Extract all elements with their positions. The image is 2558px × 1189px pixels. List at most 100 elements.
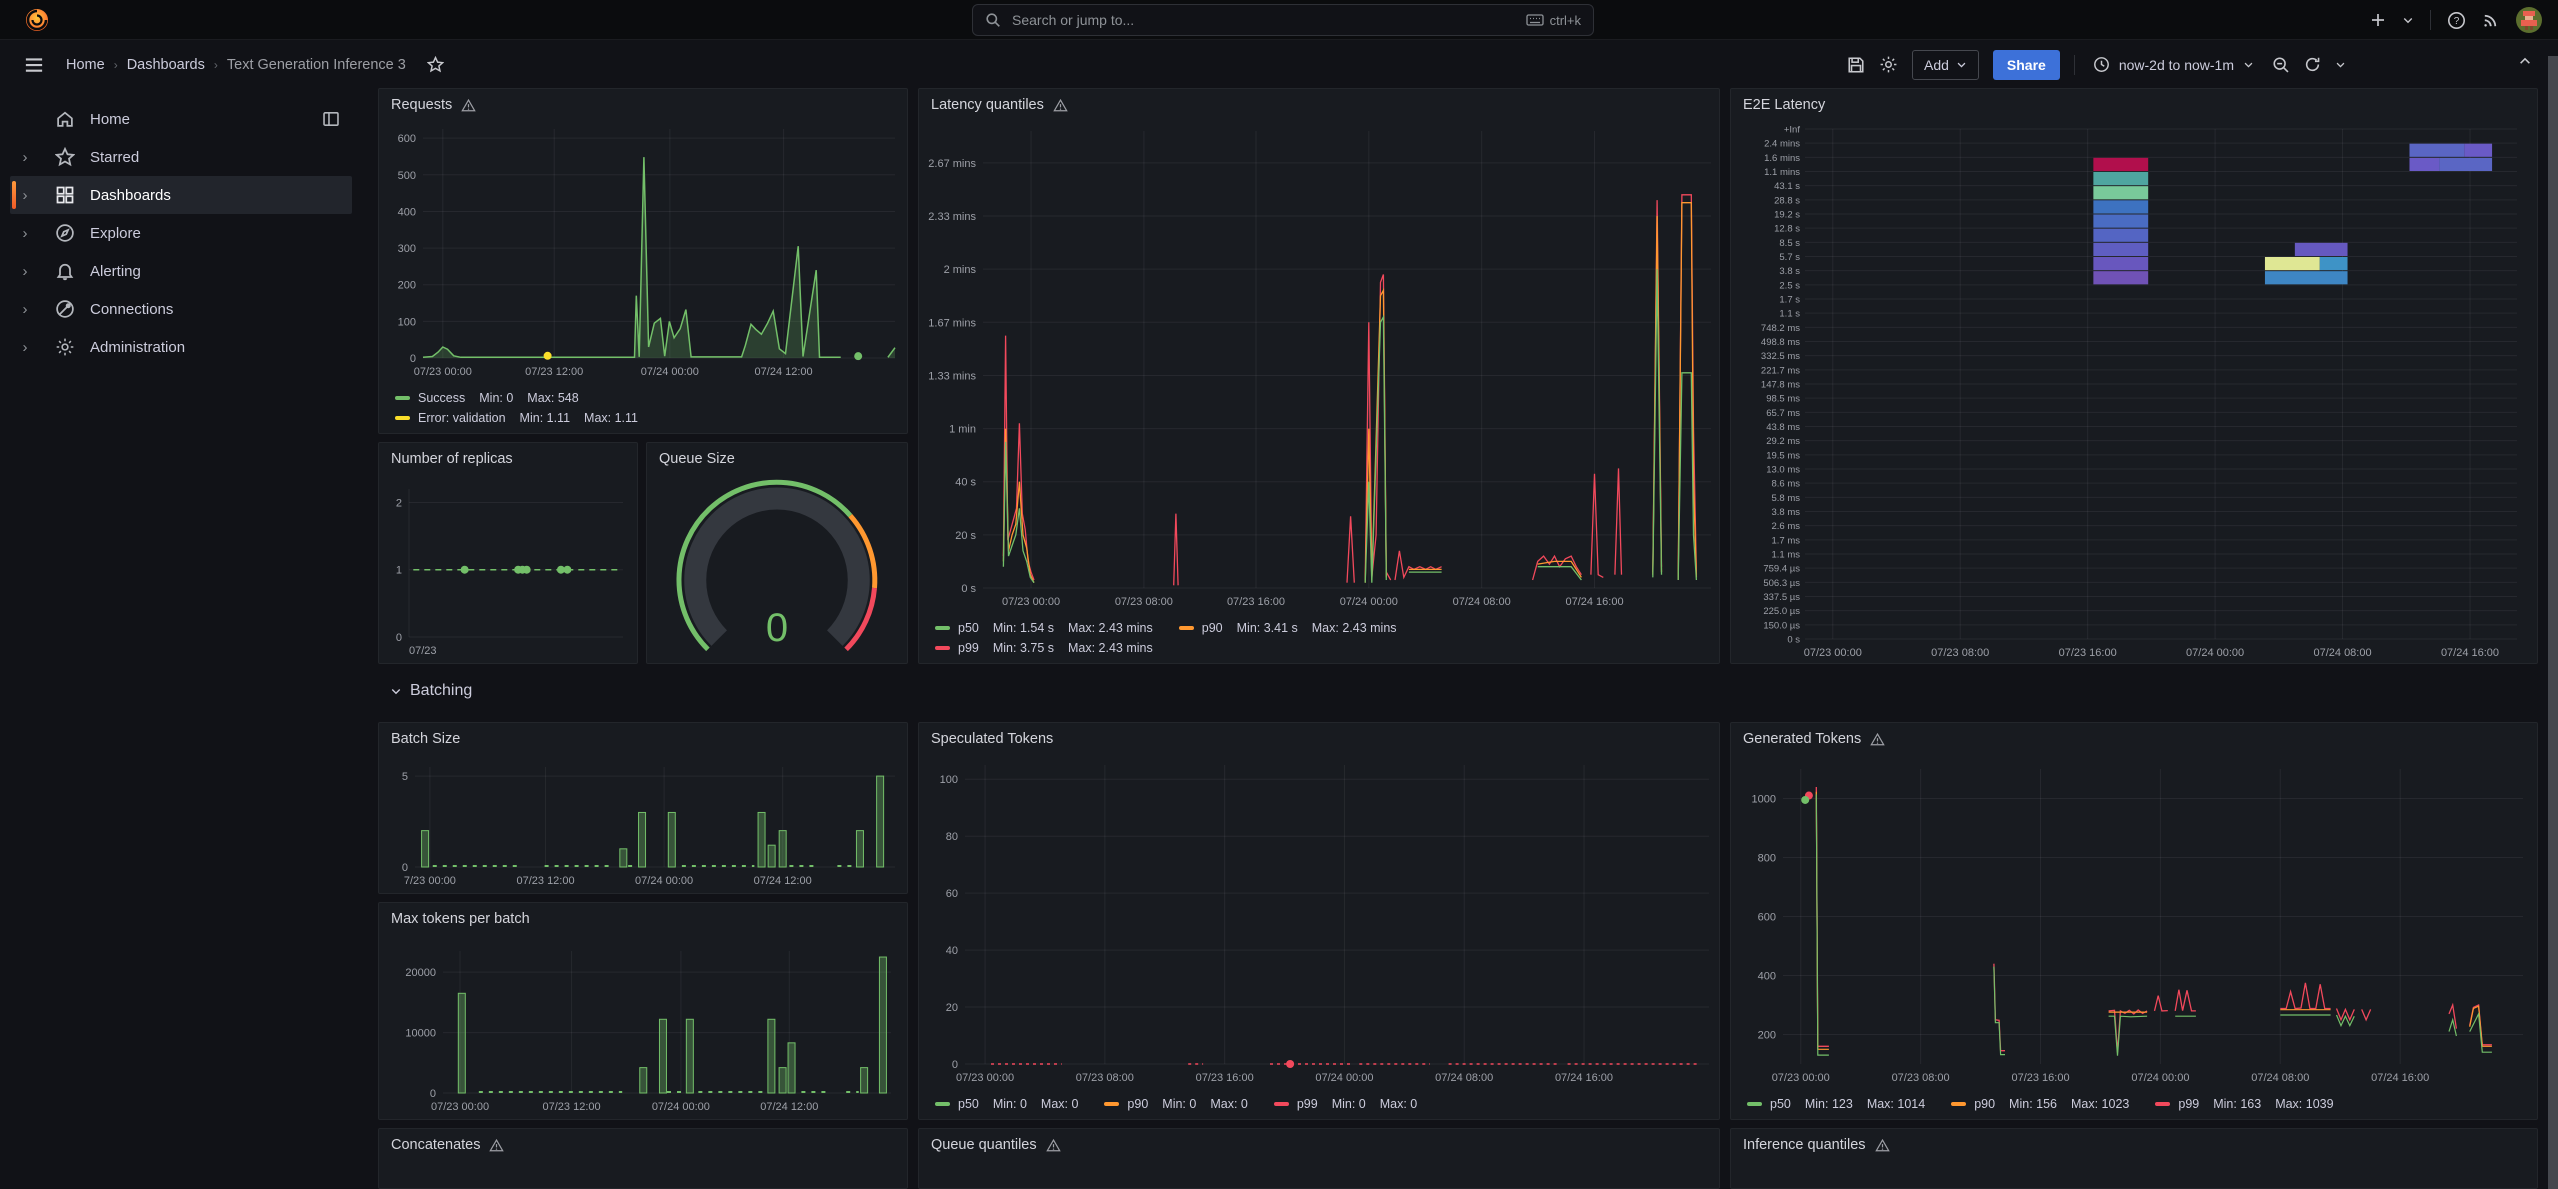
breadcrumb-current-page: Text Generation Inference 3 (226, 56, 406, 73)
expand-chevron-icon[interactable]: › (10, 263, 40, 280)
panel-header[interactable]: Latency quantiles (919, 89, 1719, 121)
max-tokens-chart[interactable]: 07/23 00:00 07/23 12:00 07/24 00:00 07/24 1… (379, 935, 907, 1119)
expand-chevron-icon[interactable]: › (10, 339, 40, 356)
panel-body: 07/23 00:00 07/23 08:00 07/23 16:00 07/24 0… (919, 121, 1719, 663)
legend-item[interactable]: Success Min: 0 Max: 548 (395, 391, 579, 405)
save-dashboard-icon[interactable] (1847, 56, 1865, 74)
collapse-controls-caret-up-icon[interactable] (2518, 54, 2532, 68)
warning-icon[interactable] (461, 98, 477, 113)
series-swatch (935, 626, 950, 630)
add-panel-button[interactable]: Add (1911, 49, 1979, 80)
warning-icon[interactable] (1053, 98, 1068, 113)
e2e-latency-heatmap[interactable]: 07/23 00:00 07/23 08:00 07/23 16:00 07/24 0… (1731, 121, 2537, 663)
panel-header[interactable]: Number of replicas (379, 443, 637, 475)
grafana-logo[interactable] (22, 5, 52, 35)
zoom-out-time-icon[interactable] (2272, 56, 2290, 74)
panel-header[interactable]: Generated Tokens (1731, 723, 2537, 755)
panel-header[interactable]: Queue quantiles (919, 1129, 1719, 1161)
panel-header[interactable]: Queue Size (647, 443, 907, 475)
sidebar-item-explore[interactable]: › Explore (10, 214, 352, 252)
legend-item[interactable]: p99 Min: 163 Max: 1039 (2155, 1097, 2334, 1111)
search-bar[interactable]: ctrl+k (972, 4, 1594, 36)
warning-icon[interactable] (489, 1138, 505, 1153)
mega-menu-toggle-icon[interactable] (24, 55, 44, 75)
panel-header[interactable]: Max tokens per batch (379, 903, 907, 935)
expand-chevron-icon[interactable]: › (10, 301, 40, 318)
warning-icon[interactable] (1870, 732, 1885, 747)
breadcrumb-home[interactable]: Home (66, 57, 105, 73)
series-min: Min: 0 (992, 1097, 1027, 1111)
legend-item[interactable]: p90 Min: 3.41 s Max: 2.43 mins (1178, 621, 1397, 635)
time-range-label: now-2d to now-1m (2118, 56, 2234, 73)
expand-chevron-icon[interactable]: › (10, 187, 40, 204)
panel-title: Max tokens per batch (391, 911, 530, 927)
svg-text:332.5 ms: 332.5 ms (1761, 351, 1800, 362)
sidebar-item-connections[interactable]: › Connections (10, 290, 352, 328)
panel-header[interactable]: E2E Latency (1731, 89, 2537, 121)
legend-item[interactable]: p90 Min: 0 Max: 0 (1104, 1097, 1248, 1111)
series-max: Max: 1014 (1866, 1097, 1926, 1111)
legend-item[interactable]: Error: validation Min: 1.11 Max: 1.11 (395, 411, 638, 425)
svg-text:800: 800 (1758, 853, 1776, 865)
svg-text:07/24 00:00: 07/24 00:00 (1340, 596, 1398, 608)
panel-header[interactable]: Batch Size (379, 723, 907, 755)
user-avatar[interactable] (2516, 7, 2542, 33)
news-rss-icon[interactable] (2482, 11, 2500, 29)
svg-text:1.67 mins: 1.67 mins (928, 317, 976, 329)
refresh-interval-chevron-down-icon[interactable] (2335, 59, 2346, 70)
vertical-scrollbar[interactable] (2548, 56, 2558, 1189)
svg-text:0 s: 0 s (1787, 635, 1800, 646)
sidebar-item-alerting[interactable]: › Alerting (10, 252, 352, 290)
legend-item[interactable]: p50 Min: 0 Max: 0 (935, 1097, 1078, 1111)
dashboard-settings-icon[interactable] (1879, 55, 1898, 74)
series-min: Min: 123 (1804, 1097, 1853, 1111)
speculated-tokens-chart[interactable]: 07/23 00:00 07/23 08:00 07/23 16:00 07/24 0… (919, 755, 1719, 1090)
warning-icon[interactable] (1874, 1138, 1890, 1153)
add-chevron-down-icon[interactable] (2402, 14, 2414, 26)
requests-legend: Success Min: 0 Max: 548 Error: validatio… (379, 384, 907, 433)
generated-tokens-chart[interactable]: 07/23 00:00 07/23 08:00 07/23 16:00 07/24 0… (1731, 755, 2537, 1090)
svg-text:0: 0 (402, 862, 408, 874)
sidebar-item-administration[interactable]: › Administration (10, 328, 352, 366)
speculated-legend: p50 Min: 0 Max: 0 p90 Min: 0 Max: 0 p99 … (919, 1090, 1719, 1119)
panel-header[interactable]: Inference quantiles (1731, 1129, 2537, 1161)
svg-text:07/24 08:00: 07/24 08:00 (2251, 1072, 2309, 1084)
svg-text:40 s: 40 s (955, 477, 976, 489)
panel-header[interactable]: Requests (379, 89, 907, 121)
replicas-chart[interactable]: 07/23 0 1 2 (379, 475, 637, 663)
requests-chart[interactable]: 07/23 00:00 07/23 12:00 07/24 00:00 07/24 1… (379, 121, 907, 384)
warning-icon[interactable] (1045, 1138, 1061, 1153)
breadcrumb-separator-icon: › (113, 57, 118, 72)
svg-text:337.5 µs: 337.5 µs (1763, 592, 1800, 603)
svg-text:07/24 00:00: 07/24 00:00 (1315, 1072, 1373, 1084)
time-range-picker[interactable]: now-2d to now-1m (2089, 56, 2258, 73)
panel-e2e-latency: E2E Latency 07/23 00:00 07/23 08:00 07/23 … (1730, 88, 2538, 664)
legend-item[interactable]: p50 Min: 123 Max: 1014 (1747, 1097, 1925, 1111)
legend-item[interactable]: p99 Min: 0 Max: 0 (1273, 1097, 1417, 1111)
legend-item[interactable]: p90 Min: 156 Max: 1023 (1951, 1097, 2129, 1111)
panel-header[interactable]: Concatenates (379, 1129, 907, 1161)
sidebar-item-starred[interactable]: › Starred (10, 138, 352, 176)
batch-size-chart[interactable]: 7/23 00:00 07/23 12:00 07/24 00:00 07/24 12… (379, 755, 907, 893)
panel-body: 07/23 0 1 2 (379, 475, 637, 663)
sidebar-item-home[interactable]: Home (10, 100, 352, 138)
expand-chevron-icon[interactable]: › (10, 149, 40, 166)
search-input[interactable] (1010, 11, 1517, 29)
legend-item[interactable]: p50 Min: 1.54 s Max: 2.43 mins (935, 621, 1153, 635)
share-button[interactable]: Share (1992, 49, 2060, 80)
favorite-star-icon[interactable] (426, 56, 444, 73)
refresh-icon[interactable] (2304, 56, 2321, 73)
latency-quantiles-chart[interactable]: 07/23 00:00 07/23 08:00 07/23 16:00 07/24 0… (919, 121, 1719, 614)
add-new-icon[interactable] (2370, 12, 2386, 28)
panel-header[interactable]: Speculated Tokens (919, 723, 1719, 755)
shortcut-label: ctrl+k (1549, 12, 1581, 28)
svg-text:1 min: 1 min (949, 424, 976, 436)
panel-body: 07/23 00:00 07/23 12:00 07/24 00:00 07/24 1… (379, 121, 907, 433)
legend-item[interactable]: p99 Min: 3.75 s Max: 2.43 mins (935, 641, 1153, 655)
help-icon[interactable]: ? (2447, 11, 2466, 30)
expand-chevron-icon[interactable]: › (10, 225, 40, 242)
section-batching[interactable]: Batching (390, 676, 690, 706)
breadcrumb-dashboards[interactable]: Dashboards (127, 57, 205, 73)
sidebar-item-dashboards[interactable]: › Dashboards (10, 176, 352, 214)
dock-menu-icon[interactable] (322, 110, 340, 128)
